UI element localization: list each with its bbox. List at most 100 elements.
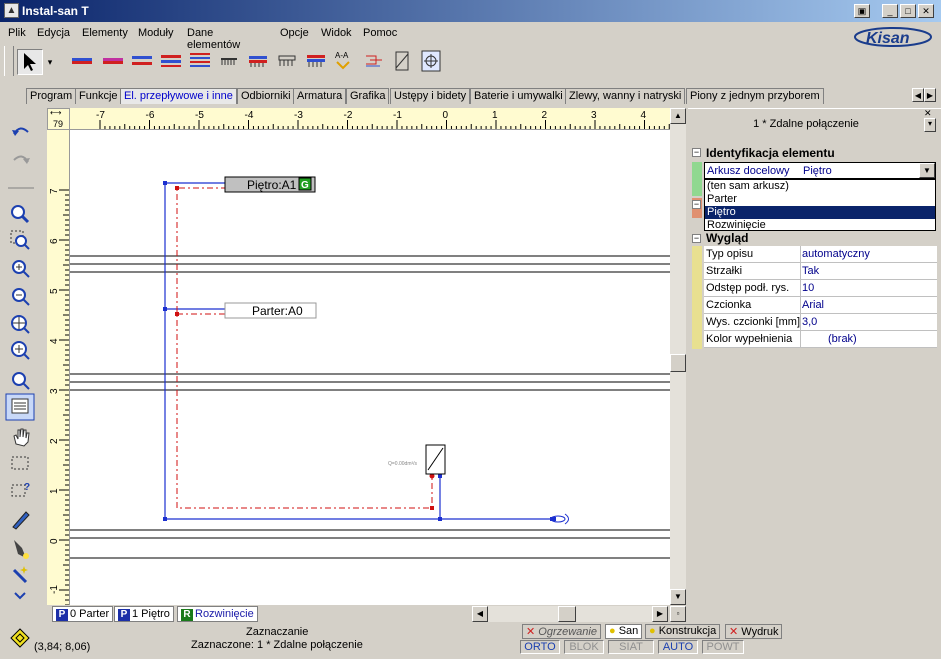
section-wyglad: Wygląd: [706, 231, 749, 245]
tab-program[interactable]: Program: [26, 88, 77, 104]
pipe-triple-icon: [161, 55, 181, 67]
module-tab-konstrukcja[interactable]: ● Konstrukcja: [645, 624, 721, 639]
flag-blok[interactable]: BLOK: [564, 640, 604, 654]
menu-plik[interactable]: Plik: [8, 27, 26, 39]
tab-funkcje[interactable]: Funkcje: [75, 88, 122, 104]
remote-connection-pietro[interactable]: Piętro:A1 G: [224, 176, 316, 193]
hscroll-thumb[interactable]: [558, 606, 576, 622]
flag-orto[interactable]: ORTO: [520, 640, 560, 654]
prop-key: Typ opisu: [706, 248, 754, 260]
vscroll-thumb[interactable]: [670, 354, 686, 372]
sheet-label-pietro: 1 Piętro: [132, 608, 170, 620]
tab-grafika[interactable]: Grafika: [346, 88, 390, 104]
status-selected: Zaznaczone: 1 * Zdalne połączenie: [191, 639, 363, 651]
module-tab-wydruk[interactable]: ✕ Wydruk: [725, 624, 783, 639]
ruler-v-label: -1: [49, 585, 60, 594]
app-title: Instal-san T: [22, 4, 89, 18]
prop-key: Odstęp podł. rys.: [706, 282, 790, 294]
pencil-icon: [12, 511, 30, 530]
prop-value: (brak): [828, 333, 857, 345]
x-icon: ✕: [729, 626, 739, 638]
prop-row-wys-czcionki[interactable]: Wys. czcionki [mm] 3,0: [704, 314, 937, 331]
tabs-scroll-right[interactable]: ▶: [924, 88, 936, 102]
select-query-icon: ?: [11, 482, 30, 497]
tab-zlewy[interactable]: Zlewy, wanny i natryski: [565, 88, 686, 104]
collapse-wyglad-icon[interactable]: −: [692, 234, 701, 243]
menu-moduly[interactable]: Moduły: [138, 27, 173, 39]
section-marker-yellow: [692, 246, 702, 349]
pointer-tool-button[interactable]: [17, 49, 43, 75]
prop-row-typ-opisu[interactable]: Typ opisu automatyczny: [704, 246, 937, 263]
tab-armatura[interactable]: Armatura: [293, 88, 347, 104]
ruler-h-label: 2: [542, 110, 548, 121]
status-icon: [10, 628, 30, 648]
sheet-tab-parter[interactable]: P0 Parter: [52, 606, 114, 622]
blue-supply-pipe[interactable]: [163, 180, 552, 521]
vertical-scrollbar[interactable]: ▲ ▼: [670, 108, 686, 605]
pan-hand-icon: [13, 428, 30, 447]
sheet-badge-pietro: P: [118, 609, 130, 621]
maximize-button[interactable]: □: [900, 4, 916, 18]
scroll-left-button[interactable]: ◀: [472, 606, 488, 622]
sheet-tab-rozwiniecie[interactable]: R Rozwinięcie: [177, 606, 258, 622]
scroll-down-button[interactable]: ▼: [670, 589, 686, 605]
toolbar-grip: [4, 46, 14, 76]
prop-row-kolor[interactable]: Kolor wypełnienia (brak): [704, 331, 937, 348]
ruler-v-label: 1: [49, 488, 60, 494]
tabs-scroll-left[interactable]: ◀: [912, 88, 924, 102]
scroll-right-button[interactable]: ▶: [652, 606, 668, 622]
menu-opcje[interactable]: Opcje: [280, 27, 309, 39]
menu-pomoc[interactable]: Pomoc: [363, 27, 397, 39]
scroll-up-button[interactable]: ▲: [670, 108, 686, 124]
tab-el-przeplywowe[interactable]: El. przepływowe i inne: [120, 88, 237, 104]
device-symbol[interactable]: Q=0.00dm³/s: [388, 444, 446, 475]
resize-corner-icon[interactable]: ▫: [670, 606, 686, 622]
prop-key: Strzałki: [706, 265, 743, 277]
pipe-quad-icon: [190, 53, 210, 67]
panel-header: 1 * Zdalne połączenie: [753, 118, 859, 130]
remote-connection-parter[interactable]: Parter:A0: [224, 302, 317, 319]
flag-powt[interactable]: POWT: [702, 640, 744, 654]
zoom-in-icon: [11, 205, 30, 224]
connection-icon: [366, 55, 382, 67]
cursor-coords: (3,84; 8,06): [34, 641, 91, 653]
pointer-dropdown-icon[interactable]: ▾: [44, 49, 56, 75]
module-tab-ogrzewanie[interactable]: ✕ Ogrzewanie: [522, 624, 601, 639]
valve-symbol[interactable]: [550, 513, 569, 525]
scroll-down-icon: [14, 592, 26, 600]
sheet-tab-pietro[interactable]: P1 Piętro: [114, 606, 174, 622]
close-button[interactable]: ✕: [918, 4, 934, 18]
flag-auto[interactable]: AUTO: [658, 640, 698, 654]
tab-odbiorniki[interactable]: Odbiorniki: [237, 88, 295, 104]
menu-box-icon[interactable]: ▣: [854, 4, 870, 18]
horizontal-scrollbar[interactable]: ◀ ▶: [472, 606, 668, 622]
arkusz-docelowy-row[interactable]: Arkusz docelowy Piętro ▼: [704, 162, 936, 179]
dropdown-option[interactable]: Parter: [705, 193, 935, 206]
panel-header-dropdown-icon[interactable]: ▾: [924, 118, 936, 132]
menu-elementy[interactable]: Elementy: [82, 27, 128, 39]
prop-row-czcionka[interactable]: Czcionka Arial: [704, 297, 937, 314]
magic-wand-icon: [12, 566, 28, 584]
menu-edycja[interactable]: Edycja: [37, 27, 70, 39]
drawing-canvas[interactable]: Piętro:A1 G Parter:A0 Q=0.00dm³/s: [70, 130, 670, 605]
dropdown-option[interactable]: (ten sam arkusz): [705, 180, 935, 193]
prop-row-strzalki[interactable]: Strzałki Tak: [704, 263, 937, 280]
prop-row-odstep[interactable]: Odstęp podł. rys. 10: [704, 280, 937, 297]
tab-ustepy[interactable]: Ustępy i bidety: [390, 88, 471, 104]
collapse-mid-icon[interactable]: −: [692, 200, 701, 209]
dropdown-option-selected[interactable]: Piętro: [705, 206, 935, 219]
module-tab-san[interactable]: ● San: [605, 624, 643, 639]
arkusz-dropdown-button[interactable]: ▼: [919, 163, 935, 178]
tab-baterie[interactable]: Baterie i umywalki: [470, 88, 567, 104]
app-icon[interactable]: ▲: [4, 3, 19, 18]
tab-piony[interactable]: Piony z jednym przyborem: [686, 88, 824, 104]
menu-widok[interactable]: Widok: [321, 27, 352, 39]
prop-value: 10: [802, 282, 815, 294]
horizontal-ruler: -7 -6 -5 -4 -3 -2 -1 0 1 2 3 4: [70, 108, 670, 130]
collapse-identyfikacja-icon[interactable]: −: [692, 148, 701, 157]
pipe-red-blue-icon: [72, 58, 92, 64]
ruler-h-label: -5: [195, 110, 204, 121]
title-bar: ▲ Instal-san T ▣ _ □ ✕: [0, 0, 941, 22]
flag-siat[interactable]: SIAT: [608, 640, 654, 654]
minimize-button[interactable]: _: [882, 4, 898, 18]
